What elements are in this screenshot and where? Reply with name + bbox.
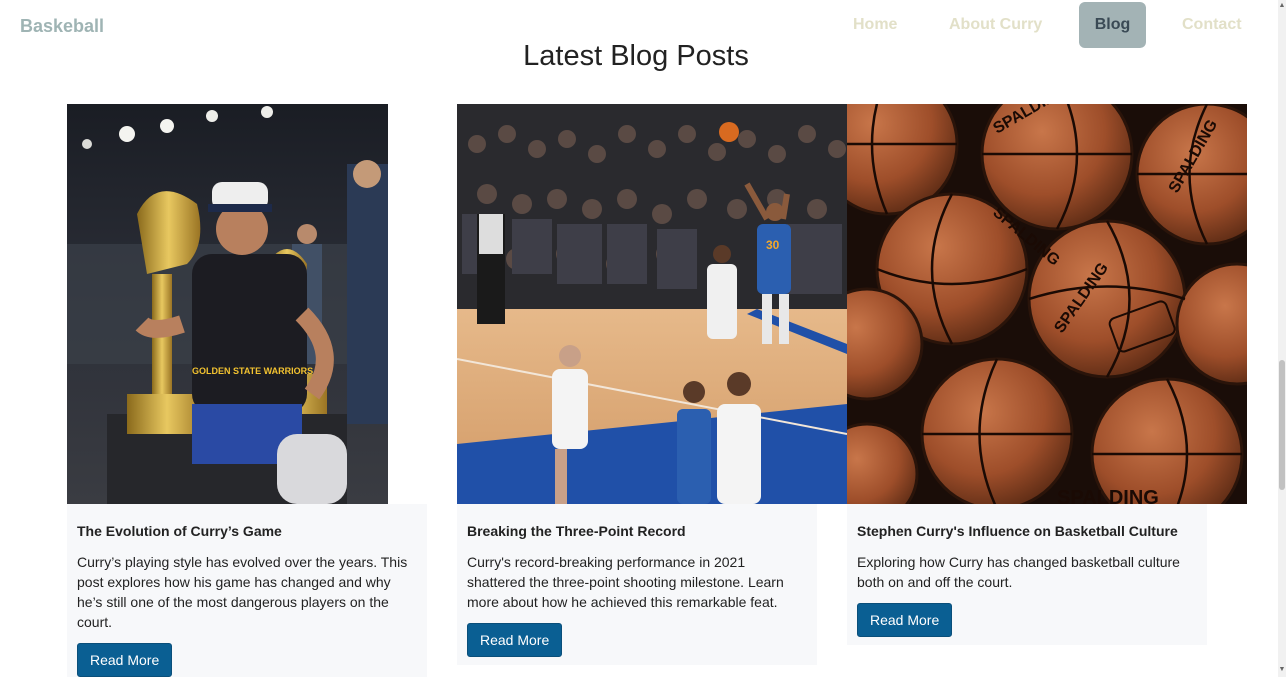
- scroll-down-icon[interactable]: ▼: [1278, 666, 1286, 674]
- card-text: Exploring how Curry has changed basketba…: [857, 554, 1180, 590]
- card-text: Curry’s playing style has evolved over t…: [77, 554, 408, 630]
- ball-brand-text: SPALDING: [1057, 487, 1159, 504]
- blog-card-body: Breaking the Three-Point Record Curry's …: [457, 504, 817, 665]
- section-title: Latest Blog Posts: [523, 40, 749, 72]
- card-title: Stephen Curry's Influence on Basketball …: [857, 523, 1178, 539]
- card-title: The Evolution of Curry’s Game: [77, 523, 282, 539]
- card-title: Breaking the Three-Point Record: [467, 523, 686, 539]
- scrollbar-thumb[interactable]: [1279, 360, 1285, 490]
- brand-logo[interactable]: Baskeball: [20, 16, 104, 37]
- scroll-up-icon[interactable]: ▲: [1278, 2, 1286, 10]
- basketballs-photo: SPALDING SPALDING SPALDING SPALDING SPAL…: [847, 104, 1247, 504]
- shirt-text: GOLDEN STATE WARRIORS: [192, 366, 313, 376]
- card-text: Curry's record-breaking performance in 2…: [467, 554, 784, 610]
- vertical-scrollbar[interactable]: ▲ ▼: [1278, 0, 1286, 677]
- three-point-shot-photo: 30: [457, 104, 847, 504]
- read-more-button[interactable]: Read More: [77, 643, 173, 677]
- curry-trophies-photo: GOLDEN STATE WARRIORS: [67, 104, 388, 504]
- read-more-button[interactable]: Read More: [467, 623, 563, 657]
- jersey-number-text: 30: [766, 238, 780, 252]
- blog-card-body: The Evolution of Curry’s Game Curry’s pl…: [67, 504, 427, 677]
- read-more-button[interactable]: Read More: [857, 603, 953, 637]
- blog-card-body: Stephen Curry's Influence on Basketball …: [847, 504, 1207, 645]
